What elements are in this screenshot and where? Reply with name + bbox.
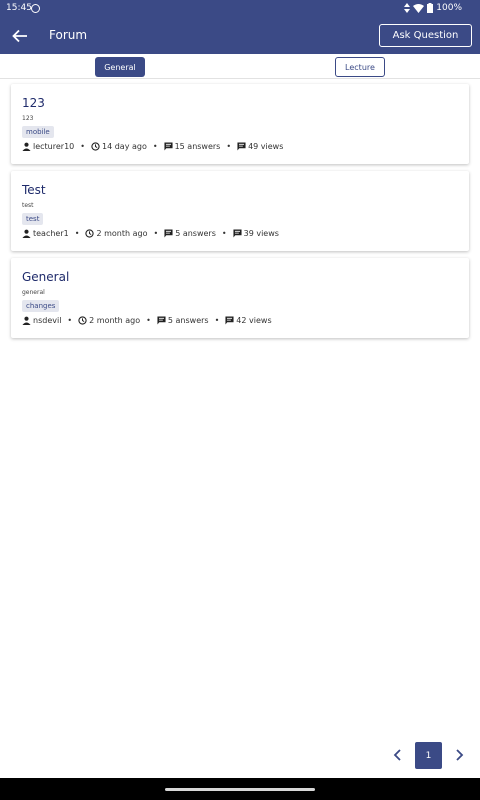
question-tag[interactable]: changes [22,300,60,312]
question-views: 49 views [248,142,284,151]
person-icon [22,229,31,238]
question-meta: nsdevil • 2 month ago • 5 answers • 42 v… [22,316,272,325]
status-time: 15:45 [6,3,32,13]
status-bar: 15:45 100% [0,0,480,18]
data-arrows-icon [404,3,411,13]
question-time: 2 month ago [89,316,141,325]
meta-separator: • [67,316,73,325]
forum-tabs: General Lecture [0,54,480,79]
page-title: Forum [49,28,88,42]
question-meta: lecturer10 • 14 day ago • 15 answers • 4… [22,142,283,151]
views-icon [233,229,242,238]
comment-icon [157,316,166,325]
question-title[interactable]: 123 [22,96,45,110]
question-views: 39 views [243,229,279,238]
tab-lecture[interactable]: Lecture [335,57,385,77]
question-answers: 15 answers [174,142,221,151]
clock-icon [85,229,95,238]
clock-icon [78,316,87,325]
comment-icon [164,229,173,238]
ask-question-button[interactable]: Ask Question [379,24,472,47]
question-author: lecturer10 [33,142,75,151]
meta-separator: • [74,229,80,238]
question-meta: teacher1 • 2 month ago • 5 answers • 39 … [22,229,279,238]
question-tag[interactable]: test [22,213,44,225]
meta-separator: • [153,229,159,238]
views-icon [225,316,234,325]
question-time: 14 day ago [101,142,147,151]
question-card[interactable]: General general changes nsdevil • 2 mont… [11,258,469,338]
back-arrow-icon[interactable] [10,26,30,46]
page-number-button[interactable]: 1 [415,742,442,769]
question-subtitle: 123 [22,115,34,122]
question-author: nsdevil [33,316,62,325]
person-icon [22,316,31,325]
question-subtitle: general [22,289,45,296]
question-card[interactable]: 123 123 mobile lecturer10 • 14 day ago •… [11,84,469,164]
chevron-right-icon[interactable] [452,747,466,763]
meta-separator: • [221,229,227,238]
home-gesture-handle[interactable] [165,788,315,791]
question-tag[interactable]: mobile [22,126,54,138]
meta-separator: • [146,316,151,325]
question-title[interactable]: Test [22,183,46,197]
meta-separator: • [80,142,85,151]
views-icon [237,142,246,151]
app-bar: Forum Ask Question [0,18,480,54]
system-navigation-bar [0,778,480,800]
question-time: 2 month ago [96,229,148,238]
question-views: 42 views [236,316,272,325]
meta-separator: • [152,142,158,151]
question-title[interactable]: General [22,270,69,284]
chevron-left-icon[interactable] [391,747,405,763]
pagination: 1 [0,741,480,769]
battery-level: 100% [436,3,462,13]
question-card[interactable]: Test test test teacher1 • 2 month ago • … [11,171,469,251]
clock-icon [91,142,100,151]
status-icons: 100% [404,3,462,13]
comment-icon [164,142,173,151]
battery-icon [427,3,434,13]
meta-separator: • [214,316,220,325]
question-author: teacher1 [33,229,69,238]
question-answers: 5 answers [175,229,216,238]
meta-separator: • [226,142,232,151]
notification-icon [31,4,40,13]
question-subtitle: test [22,202,34,209]
question-answers: 5 answers [167,316,209,325]
tab-general[interactable]: General [95,57,145,77]
wifi-icon [413,3,425,13]
question-list: 123 123 mobile lecturer10 • 14 day ago •… [0,79,480,759]
person-icon [22,142,31,151]
